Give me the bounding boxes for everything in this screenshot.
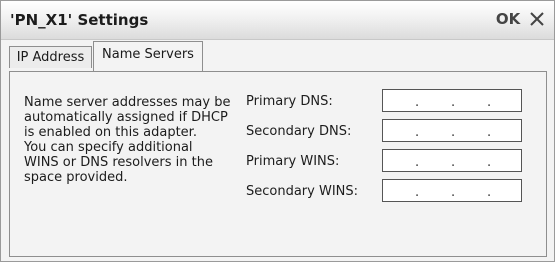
secondary-wins-label: Secondary WINS: bbox=[246, 184, 359, 199]
settings-window: 'PN_X1' Settings OK IP Address Name Serv… bbox=[0, 0, 555, 262]
close-icon bbox=[530, 12, 544, 26]
ip-separator: . bbox=[487, 185, 492, 200]
description-line: is enabled on this adapter. bbox=[24, 125, 197, 140]
description-line: WINS or DNS resolvers in the bbox=[24, 155, 214, 170]
close-button[interactable] bbox=[526, 7, 548, 31]
ip-separator: . bbox=[451, 155, 456, 170]
tab-ip-address[interactable]: IP Address bbox=[9, 46, 92, 68]
secondary-wins-field[interactable]: . . . bbox=[382, 179, 522, 202]
ip-separator: . bbox=[415, 95, 420, 110]
ip-separator: . bbox=[451, 185, 456, 200]
ip-separator: . bbox=[451, 125, 456, 140]
ip-separator: . bbox=[487, 155, 492, 170]
ip-separator: . bbox=[415, 125, 420, 140]
description-line: Name server addresses may be bbox=[24, 95, 231, 110]
ip-separator: . bbox=[487, 95, 492, 110]
ip-separator: . bbox=[487, 125, 492, 140]
description-line: automatically assigned if DHCP bbox=[24, 110, 228, 125]
primary-dns-field[interactable]: . . . bbox=[382, 89, 522, 112]
primary-wins-label: Primary WINS: bbox=[246, 154, 340, 169]
tab-strip: IP Address Name Servers bbox=[1, 40, 554, 71]
window-title: 'PN_X1' Settings bbox=[10, 11, 149, 29]
ip-separator: . bbox=[451, 95, 456, 110]
ok-button[interactable]: OK bbox=[494, 6, 522, 32]
ip-separator: . bbox=[415, 155, 420, 170]
tab-name-servers[interactable]: Name Servers bbox=[93, 41, 203, 71]
primary-dns-label: Primary DNS: bbox=[246, 94, 333, 109]
title-bar: 'PN_X1' Settings OK bbox=[1, 1, 554, 40]
secondary-dns-field[interactable]: . . . bbox=[382, 119, 522, 142]
description-text: Name server addresses may be automatical… bbox=[24, 95, 249, 185]
secondary-dns-label: Secondary DNS: bbox=[246, 124, 352, 139]
name-servers-panel: Name server addresses may be automatical… bbox=[9, 71, 547, 257]
description-line: You can specify additional bbox=[24, 140, 193, 155]
primary-wins-field[interactable]: . . . bbox=[382, 149, 522, 172]
description-line: space provided. bbox=[24, 170, 128, 185]
ip-separator: . bbox=[415, 185, 420, 200]
